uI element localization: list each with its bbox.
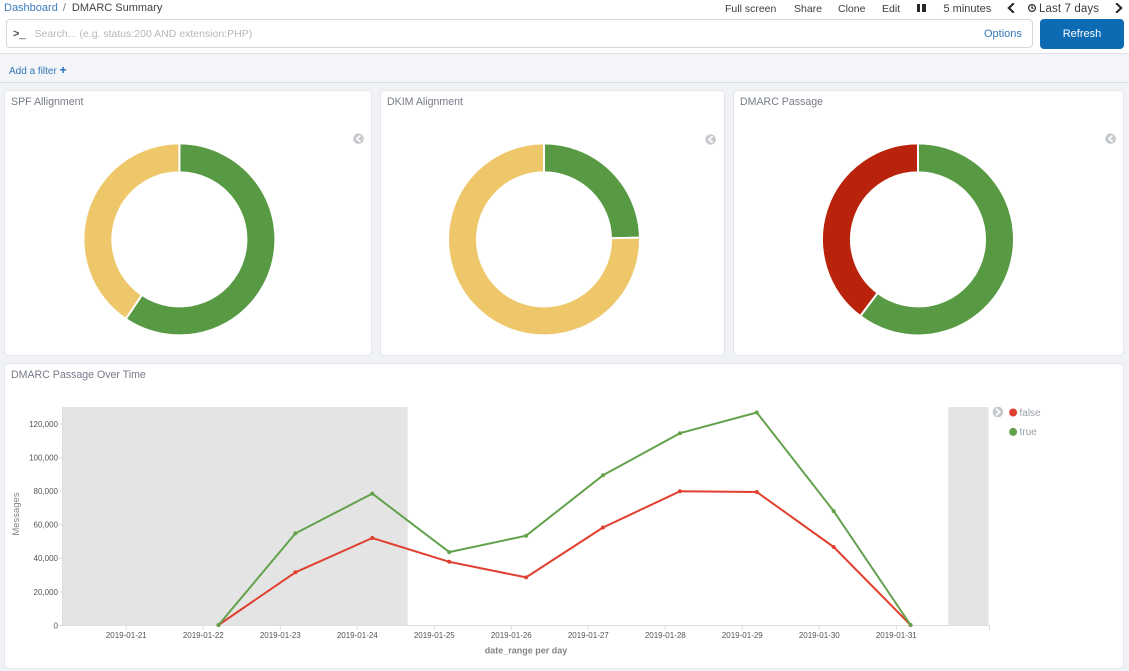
svg-text:2019-01-31: 2019-01-31 <box>876 631 917 640</box>
svg-text:2019-01-29: 2019-01-29 <box>722 631 763 640</box>
svg-text:80,000: 80,000 <box>34 487 59 496</box>
svg-text:false: false <box>1020 408 1042 419</box>
svg-text:2019-01-21: 2019-01-21 <box>106 631 147 640</box>
svg-text:100,000: 100,000 <box>29 454 58 463</box>
svg-text:0: 0 <box>54 621 59 630</box>
svg-text:2019-01-25: 2019-01-25 <box>414 631 455 640</box>
svg-text:2019-01-26: 2019-01-26 <box>491 631 532 640</box>
svg-text:2019-01-24: 2019-01-24 <box>337 631 378 640</box>
svg-text:2019-01-23: 2019-01-23 <box>260 631 301 640</box>
svg-text:2019-01-28: 2019-01-28 <box>645 631 686 640</box>
svg-text:120,000: 120,000 <box>29 420 58 429</box>
svg-text:60,000: 60,000 <box>34 521 59 530</box>
svg-text:20,000: 20,000 <box>34 588 59 597</box>
svg-text:2019-01-22: 2019-01-22 <box>183 631 224 640</box>
svg-text:2019-01-30: 2019-01-30 <box>799 631 840 640</box>
svg-text:date_range per day: date_range per day <box>485 646 568 656</box>
svg-text:Messages: Messages <box>11 492 22 536</box>
svg-text:true: true <box>1020 427 1038 438</box>
svg-text:40,000: 40,000 <box>34 554 59 563</box>
svg-text:2019-01-27: 2019-01-27 <box>568 631 609 640</box>
